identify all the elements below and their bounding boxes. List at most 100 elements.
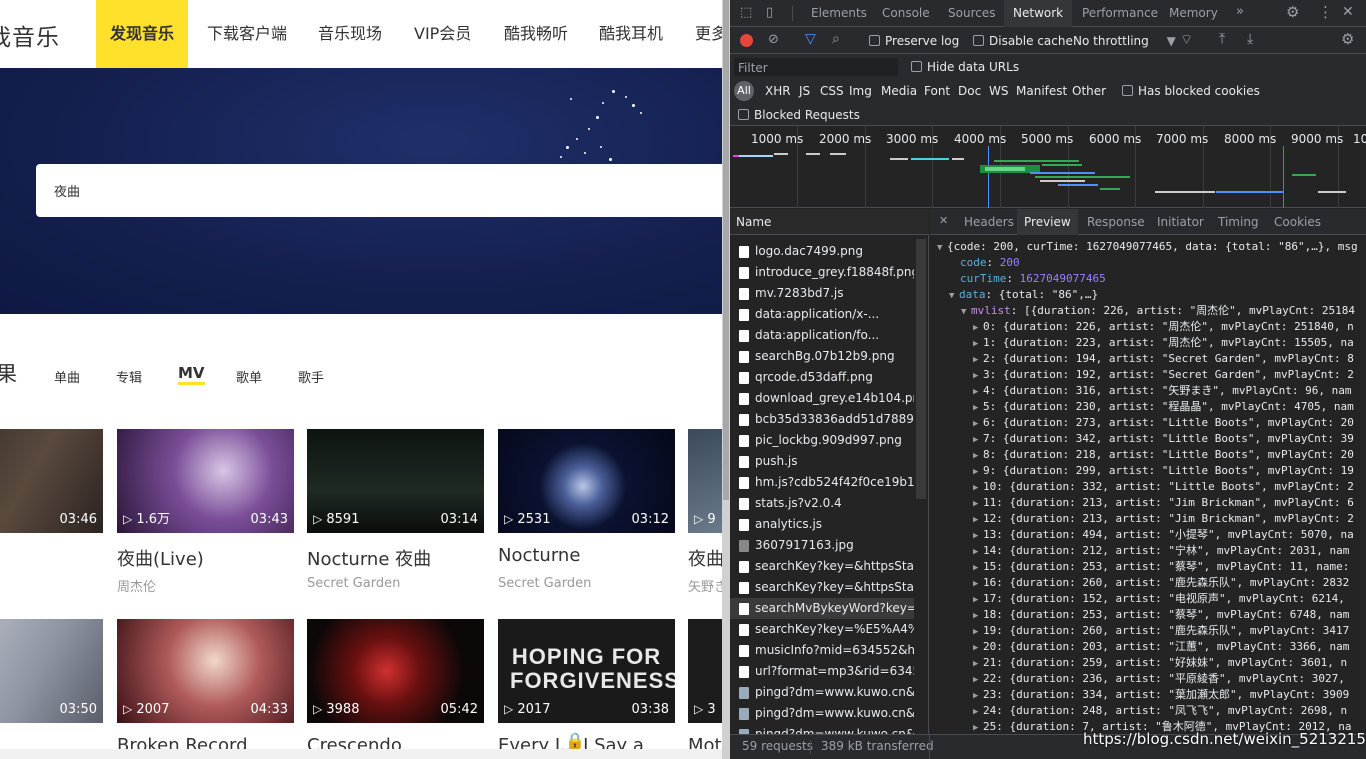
- request-row[interactable]: searchBg.07b12b9.png: [730, 346, 914, 367]
- preserve-log-checkbox[interactable]: Preserve log: [869, 34, 959, 48]
- mv-title[interactable]: Nocturne: [498, 545, 580, 566]
- json-mvlist-item[interactable]: ▶ 16: {duration: 260, artist: "鹿先森乐队", mv…: [973, 575, 1349, 591]
- gear-icon[interactable]: ⚙: [1286, 3, 1299, 21]
- export-har-icon[interactable]: ⤓: [1247, 31, 1253, 47]
- close-icon[interactable]: ✕: [1342, 4, 1354, 20]
- type-filter-js[interactable]: JS: [799, 84, 810, 98]
- horizontal-scrollbar[interactable]: [0, 749, 722, 759]
- mv-thumbnail[interactable]: 03:46: [0, 429, 103, 533]
- mv-thumbnail[interactable]: ▷ 2007 04:33: [117, 619, 294, 723]
- json-mvlist-item[interactable]: ▶ 23: {duration: 334, artist: "葉加瀬太郎", mv…: [973, 687, 1349, 703]
- json-mvlist-item[interactable]: ▶ 7: {duration: 342, artist: "Little Boot…: [973, 431, 1354, 447]
- json-mvlist-item[interactable]: ▶ 1: {duration: 223, artist: "周杰伦", mvPla…: [973, 335, 1354, 351]
- request-row[interactable]: data:application/fo...: [730, 325, 914, 346]
- mv-thumbnail[interactable]: HOPING FOR FORGIVENESS ▷ 2017 03:38: [498, 619, 675, 723]
- json-mvlist-item[interactable]: ▶ 3: {duration: 192, artist: "Secret Gard…: [973, 367, 1354, 383]
- name-column-header[interactable]: Name: [730, 209, 929, 235]
- type-filter-doc[interactable]: Doc: [958, 84, 981, 98]
- tab-cookies[interactable]: Cookies: [1274, 215, 1321, 229]
- checkbox-box[interactable]: [911, 61, 922, 72]
- page-scrollbar-thumb[interactable]: [723, 0, 729, 500]
- more-tabs-icon[interactable]: »: [1236, 4, 1244, 19]
- tab-songs[interactable]: 单曲: [54, 367, 80, 386]
- request-row[interactable]: 3607917163.jpg: [730, 535, 914, 556]
- checkbox-box[interactable]: [1122, 85, 1133, 96]
- search-input[interactable]: 夜曲: [36, 164, 722, 217]
- json-mvlist-item[interactable]: ▶ 20: {duration: 203, artist: "江蕙", mvPla…: [973, 639, 1349, 655]
- json-mvlist-item[interactable]: ▶ 14: {duration: 212, artist: "宁林", mvPla…: [973, 543, 1349, 559]
- request-row[interactable]: stats.js?v2.0.4: [730, 493, 914, 514]
- nav-audiobook[interactable]: 酷我畅听: [504, 0, 568, 68]
- nav-live[interactable]: 音乐现场: [318, 0, 382, 68]
- site-logo[interactable]: 我音乐: [0, 18, 60, 52]
- tab-performance[interactable]: Performance: [1082, 6, 1158, 20]
- hide-data-urls-checkbox[interactable]: Hide data URLs: [911, 60, 1019, 74]
- disable-cache-checkbox[interactable]: Disable cache: [973, 34, 1073, 48]
- device-toolbar-icon[interactable]: ▯: [766, 5, 773, 20]
- request-row[interactable]: bcb35d33836add51d7889882.: [730, 409, 914, 430]
- json-data-node[interactable]: ▼ data: {total: "86",…}: [949, 287, 1098, 303]
- type-filter-all[interactable]: All: [734, 81, 754, 101]
- close-detail-icon[interactable]: ✕: [939, 214, 948, 227]
- blocked-requests-checkbox[interactable]: Blocked Requests: [738, 108, 860, 122]
- request-row[interactable]: musicInfo?mid=634552&https: [730, 640, 914, 661]
- json-mvlist-item[interactable]: ▶ 13: {duration: 494, artist: "小提琴", mvPl…: [973, 527, 1354, 543]
- checkbox-box[interactable]: [973, 35, 984, 46]
- json-mvlist-item[interactable]: ▶ 12: {duration: 213, artist: "Jim Brickm…: [973, 511, 1354, 527]
- json-mvlist-item[interactable]: ▶ 24: {duration: 248, artist: "凤飞飞", mvPl…: [973, 703, 1347, 719]
- json-mvlist-item[interactable]: ▶ 8: {duration: 218, artist: "Little Boot…: [973, 447, 1354, 463]
- type-filter-media[interactable]: Media: [881, 84, 917, 98]
- request-row[interactable]: mv.7283bd7.js: [730, 283, 914, 304]
- tab-preview[interactable]: Preview: [1017, 209, 1078, 235]
- request-row[interactable]: introduce_grey.f18848f.png: [730, 262, 914, 283]
- mv-thumbnail[interactable]: 03:50: [0, 619, 103, 723]
- json-mvlist-item[interactable]: ▶ 15: {duration: 253, artist: "蔡琴", mvPla…: [973, 559, 1349, 575]
- json-mvlist-item[interactable]: ▶ 21: {duration: 259, artist: "好妹妹", mvPl…: [973, 655, 1347, 671]
- filter-input[interactable]: Filter: [734, 58, 898, 76]
- mv-thumbnail[interactable]: ▷ 2531 03:12: [498, 429, 675, 533]
- request-row[interactable]: searchKey?key=&httpsStatus..: [730, 556, 914, 577]
- tab-memory[interactable]: Memory: [1169, 6, 1218, 20]
- mv-thumbnail[interactable]: ▷ 1.6万 03:43: [117, 429, 294, 533]
- request-row[interactable]: qrcode.d53daff.png: [730, 367, 914, 388]
- lock-icon[interactable]: 🔒: [565, 731, 585, 750]
- tab-timing[interactable]: Timing: [1218, 215, 1259, 229]
- checkbox-box[interactable]: [738, 109, 749, 120]
- checkbox-box[interactable]: [869, 35, 880, 46]
- mv-title[interactable]: Nocturne 夜曲: [307, 545, 431, 571]
- tab-initiator[interactable]: Initiator: [1157, 215, 1204, 229]
- mv-title[interactable]: 夜曲(Live): [117, 545, 204, 571]
- tab-elements[interactable]: Elements: [811, 6, 867, 20]
- json-mvlist-item[interactable]: ▶ 10: {duration: 332, artist: "Little Boo…: [973, 479, 1354, 495]
- json-mvlist-item[interactable]: ▶ 17: {duration: 152, artist: "电视原声", mvP…: [973, 591, 1345, 607]
- mv-thumbnail[interactable]: ▷ 9: [688, 429, 722, 533]
- mv-thumbnail[interactable]: ▷ 3988 05:42: [307, 619, 484, 723]
- tab-network[interactable]: Network: [1004, 0, 1073, 27]
- mv-thumbnail[interactable]: ▷ 8591 03:14: [307, 429, 484, 533]
- request-row[interactable]: push.js: [730, 451, 914, 472]
- page-scrollbar[interactable]: [722, 0, 730, 759]
- tab-response[interactable]: Response: [1087, 215, 1145, 229]
- json-mvlist-item[interactable]: ▶ 9: {duration: 299, artist: "Little Boot…: [973, 463, 1354, 479]
- type-filter-font[interactable]: Font: [924, 84, 950, 98]
- json-mvlist-item[interactable]: ▶ 19: {duration: 260, artist: "鹿先森乐队", mv…: [973, 623, 1349, 639]
- import-har-icon[interactable]: ⤒: [1219, 31, 1225, 47]
- tab-console[interactable]: Console: [882, 6, 930, 20]
- json-mvlist-item[interactable]: ▶ 6: {duration: 273, artist: "Little Boot…: [973, 415, 1354, 431]
- json-mvlist-item[interactable]: ▶ 18: {duration: 253, artist: "蔡琴", mvPla…: [973, 607, 1349, 623]
- request-row[interactable]: pingd?dm=www.kuwo.cn&pvi: [730, 682, 914, 703]
- tab-headers[interactable]: Headers: [964, 215, 1014, 229]
- type-filter-manifest[interactable]: Manifest: [1016, 84, 1067, 98]
- type-filter-css[interactable]: CSS: [820, 84, 844, 98]
- type-filter-img[interactable]: Img: [849, 84, 872, 98]
- mv-thumbnail[interactable]: ▷ 3: [688, 619, 722, 723]
- request-row[interactable]: download_grey.e14b104.png: [730, 388, 914, 409]
- network-overview-timeline[interactable]: 1000 ms 2000 ms 3000 ms 4000 ms 5000 ms …: [730, 126, 1366, 208]
- mv-artist[interactable]: Secret Garden: [307, 576, 400, 591]
- json-mvlist-item[interactable]: ▶ 5: {duration: 230, artist: "程晶晶", mvPla…: [973, 399, 1354, 415]
- type-filter-other[interactable]: Other: [1072, 84, 1106, 98]
- request-row[interactable]: data:application/x-...: [730, 304, 914, 325]
- has-blocked-cookies-checkbox[interactable]: Has blocked cookies: [1122, 84, 1260, 98]
- request-row[interactable]: hm.js?cdb524f42f0ce19b169a.: [730, 472, 914, 493]
- inspect-icon[interactable]: ⬚: [740, 5, 752, 20]
